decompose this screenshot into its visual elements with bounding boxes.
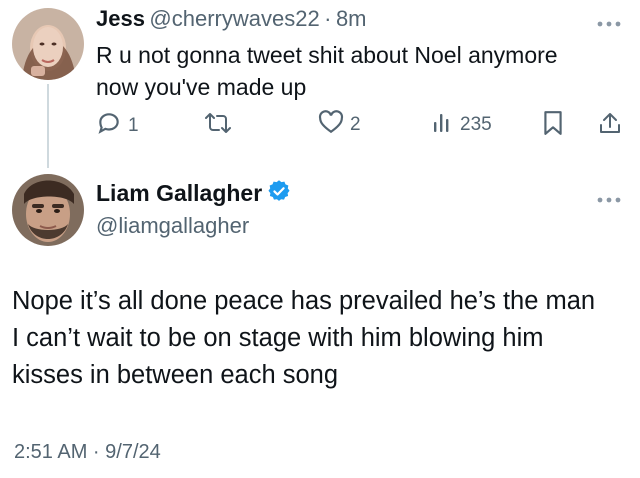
retweet-button[interactable] [204, 110, 232, 142]
verified-badge-icon [268, 180, 290, 207]
like-count: 2 [350, 114, 361, 135]
retweet-icon [204, 110, 232, 142]
bookmark-button[interactable] [542, 110, 564, 142]
main-author-name[interactable]: Liam Gallagher [96, 180, 262, 207]
reply-author-handle[interactable]: @cherrywaves22 [149, 6, 319, 31]
share-button[interactable] [598, 110, 622, 142]
share-icon [598, 110, 622, 142]
like-button[interactable]: 2 [318, 110, 361, 140]
main-tweet-text: Nope it’s all done peace has prevailed h… [12, 283, 632, 394]
views-count: 235 [460, 114, 492, 135]
reply-header: Jess @cherrywaves22 · 8m [96, 6, 367, 32]
main-text-line-2: I can’t wait to be on stage with him blo… [12, 324, 544, 352]
heart-icon [318, 110, 344, 140]
reply-button[interactable]: 1 [96, 110, 139, 142]
main-more-icon[interactable] [596, 192, 622, 204]
reply-text: R u not gonna tweet shit about Noel anym… [96, 39, 626, 103]
tweet-timestamp[interactable]: 2:51 AM · 9/7/24 [14, 441, 161, 464]
reply-count: 1 [128, 115, 139, 136]
jess-avatar[interactable] [12, 8, 84, 80]
main-text-line-1: Nope it’s all done peace has prevailed h… [12, 287, 596, 315]
main-header: Liam Gallagher [96, 180, 290, 207]
reply-text-line-1: R u not gonna tweet shit about Noel anym… [96, 42, 558, 68]
liam-avatar[interactable] [12, 174, 84, 246]
reply-more-icon[interactable] [596, 16, 622, 28]
main-text-line-3: kisses in between each song [12, 361, 339, 389]
reply-separator: · [324, 6, 332, 31]
views-button[interactable]: 235 [432, 110, 492, 140]
bookmark-icon [542, 110, 564, 142]
main-author-handle[interactable]: @liamgallagher [96, 213, 249, 239]
reply-text-line-2: now you've made up [96, 74, 307, 100]
views-icon [432, 110, 454, 140]
reply-time[interactable]: 8m [336, 6, 367, 31]
reply-author-name[interactable]: Jess [96, 6, 145, 31]
reply-icon [96, 110, 122, 142]
thread-line [47, 84, 49, 168]
